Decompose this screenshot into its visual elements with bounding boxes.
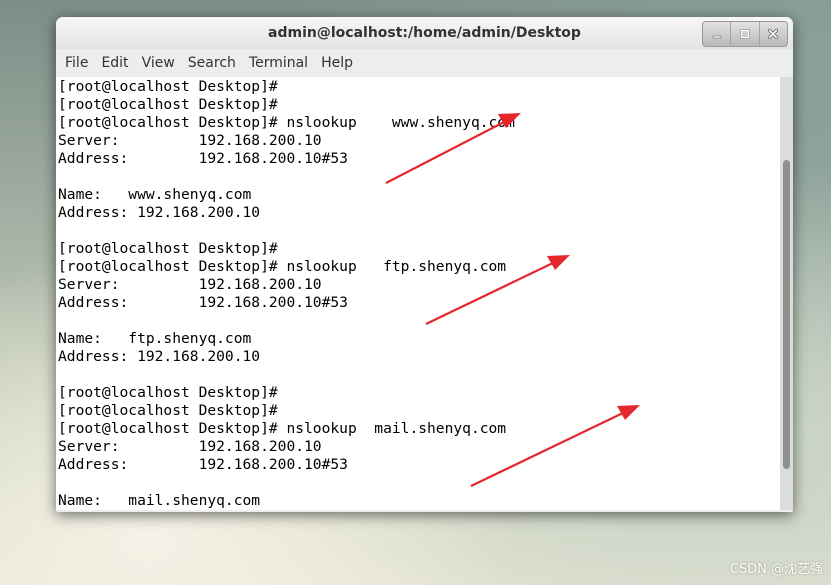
terminal-line: Server: 192.168.200.10 bbox=[58, 132, 322, 149]
terminal-line: [root@localhost Desktop]# bbox=[58, 78, 278, 95]
menu-help[interactable]: Help bbox=[316, 49, 358, 77]
minimize-button[interactable] bbox=[703, 22, 732, 46]
terminal-output[interactable]: [root@localhost Desktop]# [root@localhos… bbox=[56, 77, 780, 510]
terminal-line: [root@localhost Desktop]# bbox=[58, 384, 278, 401]
terminal-line: Server: 192.168.200.10 bbox=[58, 276, 322, 293]
window-title: admin@localhost:/home/admin/Desktop bbox=[268, 25, 581, 41]
terminal-line: Address: 192.168.200.10 bbox=[58, 348, 261, 365]
terminal-line: [root@localhost Desktop]# nslookup ftp.s… bbox=[58, 258, 507, 275]
menu-edit[interactable]: Edit bbox=[96, 49, 133, 77]
minimize-icon bbox=[712, 35, 721, 39]
close-icon bbox=[768, 28, 779, 40]
terminal-window: admin@localhost:/home/admin/Desktop File… bbox=[56, 17, 793, 512]
terminal-line: Name: mail.shenyq.com bbox=[58, 492, 261, 509]
maximize-button[interactable] bbox=[731, 22, 760, 46]
terminal-line: Server: 192.168.200.10 bbox=[58, 438, 322, 455]
close-button[interactable] bbox=[760, 22, 787, 46]
terminal-lines: [root@localhost Desktop]# [root@localhos… bbox=[58, 78, 515, 510]
terminal-line: Name: ftp.shenyq.com bbox=[58, 330, 252, 347]
title-bar[interactable]: admin@localhost:/home/admin/Desktop bbox=[56, 17, 793, 49]
window-controls bbox=[702, 21, 788, 47]
watermark: CSDN @沈艺强 bbox=[729, 562, 823, 577]
maximize-icon bbox=[739, 29, 750, 39]
menu-bar: File Edit View Search Terminal Help bbox=[56, 49, 793, 77]
terminal-line: [root@localhost Desktop]# bbox=[58, 402, 278, 419]
terminal-line: [root@localhost Desktop]# nslookup mail.… bbox=[58, 420, 507, 437]
terminal-line: [root@localhost Desktop]# bbox=[58, 96, 278, 113]
terminal-line: [root@localhost Desktop]# nslookup www.s… bbox=[58, 114, 515, 131]
terminal-line: [root@localhost Desktop]# bbox=[58, 240, 278, 257]
terminal-line: Address: 192.168.200.10#53 bbox=[58, 456, 348, 473]
terminal-line: Address: 192.168.200.10#53 bbox=[58, 294, 348, 311]
terminal-line: Name: www.shenyq.com bbox=[58, 186, 252, 203]
scrollbar-thumb[interactable] bbox=[783, 160, 790, 469]
menu-terminal[interactable]: Terminal bbox=[244, 49, 313, 77]
vertical-scrollbar[interactable] bbox=[780, 77, 793, 510]
terminal-line: Address: 192.168.200.10#53 bbox=[58, 150, 348, 167]
terminal-line: Address: 192.168.200.10 bbox=[58, 204, 261, 221]
menu-view[interactable]: View bbox=[137, 49, 180, 77]
menu-file[interactable]: File bbox=[60, 49, 93, 77]
menu-search[interactable]: Search bbox=[183, 49, 241, 77]
